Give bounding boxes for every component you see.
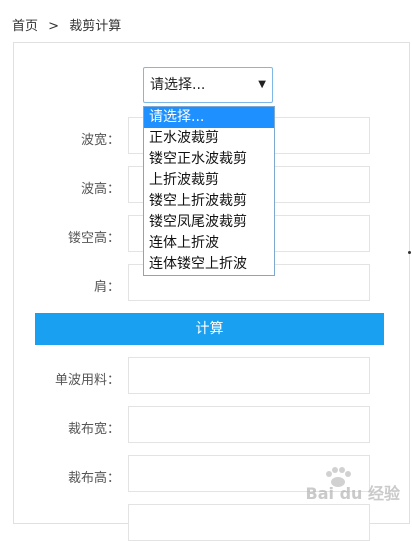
dropdown-option[interactable]: 镂空凤尾波裁剪 xyxy=(144,212,274,233)
chevron-down-icon: ▼ xyxy=(258,79,266,90)
dropdown-option[interactable]: 请选择... xyxy=(144,107,274,128)
single-wave-material-label: 单波用料： xyxy=(54,373,120,388)
dropdown-option[interactable]: 连体镂空上折波 xyxy=(144,254,274,275)
wave-height-label: 波高： xyxy=(80,182,120,197)
shoulder-label: 肩： xyxy=(93,280,120,295)
breadcrumb-home[interactable]: 首页 xyxy=(12,19,38,34)
dropdown-option[interactable]: 上折波裁剪 xyxy=(144,170,274,191)
dropdown-option[interactable]: 镂空上折波裁剪 xyxy=(144,191,274,212)
type-select[interactable]: 请选择... ▼ xyxy=(143,67,273,103)
breadcrumb-separator: > xyxy=(48,19,60,34)
hollow-height-label: 镂空高： xyxy=(67,231,120,246)
breadcrumb: 首页 > 裁剪计算 xyxy=(12,15,127,34)
cloth-width-output xyxy=(128,406,370,443)
breadcrumb-current: 裁剪计算 xyxy=(69,19,122,34)
type-dropdown-list[interactable]: 请选择... 正水波裁剪 镂空正水波裁剪 上折波裁剪 镂空上折波裁剪 镂空凤尾波… xyxy=(143,106,275,276)
extra-output xyxy=(128,504,370,541)
stray-dot xyxy=(408,251,411,254)
cloth-height-label: 裁布高： xyxy=(67,471,120,486)
dropdown-option[interactable]: 连体上折波 xyxy=(144,233,274,254)
type-select-value: 请选择... xyxy=(150,77,206,93)
wave-width-label: 波宽： xyxy=(80,133,120,148)
dropdown-option[interactable]: 镂空正水波裁剪 xyxy=(144,149,274,170)
dropdown-option[interactable]: 正水波裁剪 xyxy=(144,128,274,149)
calculate-button[interactable]: 计算 xyxy=(35,313,384,345)
watermark-text: Bai du 经验 xyxy=(305,484,400,503)
cloth-width-label: 裁布宽： xyxy=(67,422,120,437)
single-wave-material-output xyxy=(128,357,370,394)
